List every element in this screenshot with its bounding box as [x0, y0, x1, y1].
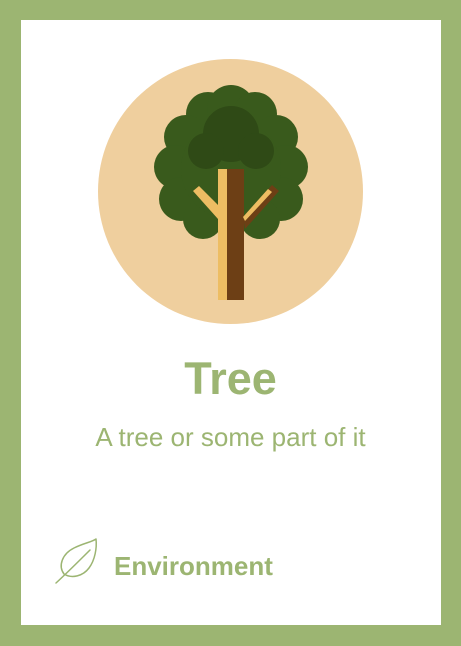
category-label: Environment: [114, 551, 273, 581]
card-title: Tree: [184, 353, 277, 404]
tree-icon: [98, 59, 363, 324]
card-description: A tree or some part of it: [95, 422, 366, 452]
leaf-icon: [55, 538, 97, 584]
